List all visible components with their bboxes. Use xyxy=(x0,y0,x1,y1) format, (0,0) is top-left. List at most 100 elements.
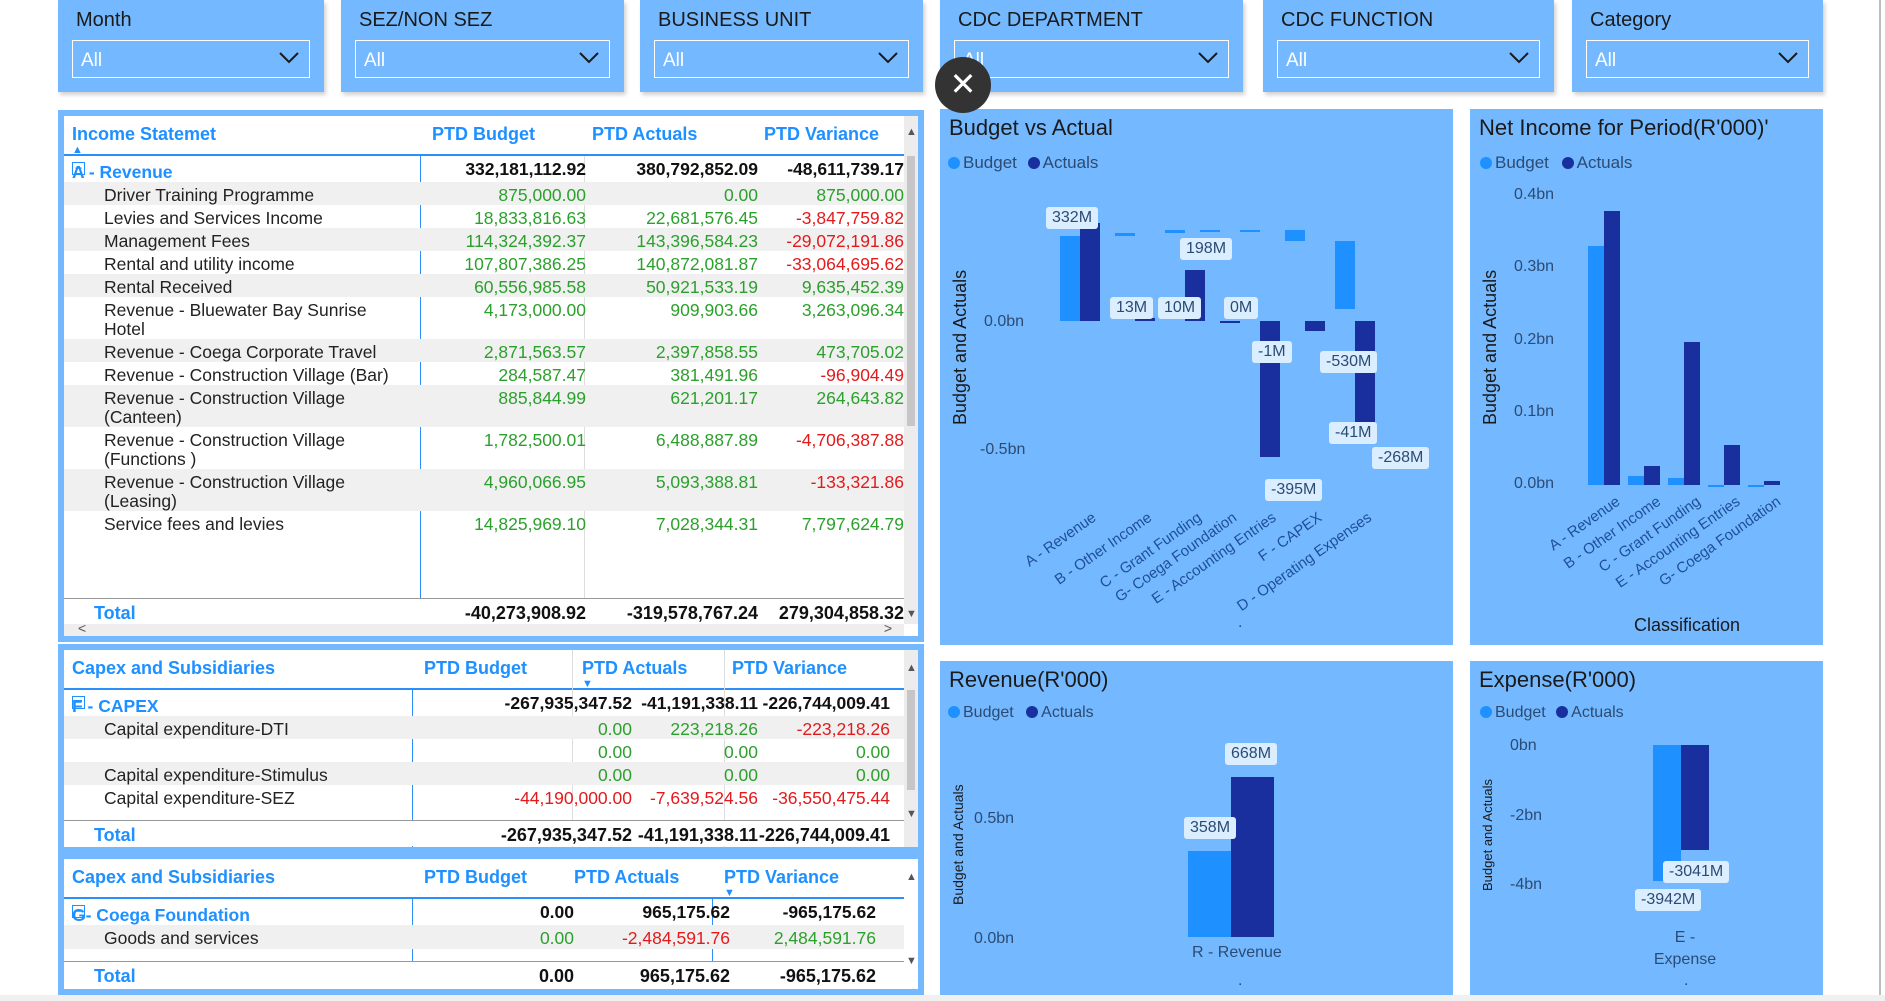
scroll-thumb[interactable] xyxy=(907,156,915,426)
sez-dropdown[interactable]: All xyxy=(355,40,610,78)
bar-actuals[interactable] xyxy=(1684,342,1700,485)
sort-asc-icon[interactable]: ▲ xyxy=(72,144,83,156)
table-row[interactable]: Rental Received 60,556,985.58 50,921,533.1… xyxy=(64,274,918,297)
bar-budget[interactable] xyxy=(1188,851,1231,937)
bar-actuals[interactable] xyxy=(1644,466,1660,485)
table-row[interactable]: Driver Training Programme 875,000.00 0.00 8… xyxy=(64,182,918,205)
scroll-up-icon[interactable]: ▲ xyxy=(906,662,917,674)
bar-actuals[interactable] xyxy=(1305,321,1325,332)
total-actuals: -319,578,767.24 xyxy=(626,603,758,623)
month-dropdown[interactable]: All xyxy=(72,40,310,78)
table-row[interactable]: Revenue - Coega Corporate Travel 2,871,56… xyxy=(64,339,918,362)
table-row[interactable]: Revenue - Construction Village (Functions… xyxy=(64,427,918,469)
table-row[interactable]: Capital expenditure-SEZ -44,190,000.00 -7,… xyxy=(64,785,918,808)
row-variance: 3,263,096.34 xyxy=(801,300,904,320)
vertical-scrollbar[interactable]: ▲ ▼ xyxy=(904,116,918,624)
group-row[interactable]: − G- Coega Foundation 0.00 965,175.62 -965,1… xyxy=(64,899,918,925)
scroll-right-icon[interactable]: > xyxy=(884,620,892,636)
row-variance: 9,635,452.39 xyxy=(801,277,904,297)
bar-budget[interactable] xyxy=(1200,230,1220,233)
bar-actuals[interactable] xyxy=(1764,481,1780,485)
bar-actuals[interactable] xyxy=(1080,223,1100,321)
col-header-variance[interactable]: PTD Variance xyxy=(764,124,879,145)
cdc-function-dropdown[interactable]: All xyxy=(1277,40,1540,78)
table-row[interactable]: Levies and Services Income 18,833,816.63 2… xyxy=(64,205,918,228)
bar-actuals[interactable] xyxy=(1220,321,1240,323)
total-variance: -965,175.62 xyxy=(779,966,876,986)
plot-area: 358M 668M R - Revenue xyxy=(940,661,1453,995)
bar-budget[interactable] xyxy=(1588,245,1604,485)
bar-actuals[interactable] xyxy=(1681,745,1709,850)
bar-budget[interactable] xyxy=(1165,230,1185,233)
bar-budget[interactable] xyxy=(1748,485,1764,487)
row-budget: 2,871,563.57 xyxy=(483,342,586,362)
col-header-name[interactable]: Capex and Subsidiaries xyxy=(72,867,275,888)
scroll-up-icon[interactable]: ▲ xyxy=(906,871,917,883)
scroll-thumb[interactable] xyxy=(907,690,915,790)
bar-budget[interactable] xyxy=(1668,477,1684,485)
row-actuals: 143,396,584.23 xyxy=(636,231,758,251)
dashboard: Month All SEZ/NON SEZ All BUSINESS UNIT … xyxy=(0,0,1885,1001)
close-button[interactable]: ✕ xyxy=(935,57,991,113)
bar-actuals[interactable] xyxy=(1231,776,1274,937)
cdc-department-dropdown[interactable]: All xyxy=(954,40,1229,78)
table-row[interactable]: Management Fees 114,324,392.37 143,396,584… xyxy=(64,228,918,251)
row-actuals: 909,903.66 xyxy=(670,300,758,320)
table-row[interactable]: Goods and services 0.00 -2,484,591.76 2,484… xyxy=(64,925,918,949)
bar-budget[interactable] xyxy=(1708,485,1724,487)
table-row[interactable]: Revenue - Construction Village (Bar) 284,… xyxy=(64,362,918,385)
business-unit-dropdown[interactable]: All xyxy=(654,40,909,78)
row-actuals: 6,488,887.89 xyxy=(655,430,758,450)
table-total-row: Total 0.00 965,175.62 -965,175.62 xyxy=(64,961,918,989)
bar-actuals[interactable] xyxy=(1604,210,1620,485)
row-budget: 60,556,985.58 xyxy=(474,277,586,297)
col-header-budget[interactable]: PTD Budget xyxy=(424,658,527,679)
scroll-down-icon[interactable]: ▼ xyxy=(906,808,917,820)
bar-budget[interactable] xyxy=(1240,230,1260,233)
col-header-budget[interactable]: PTD Budget xyxy=(432,124,535,145)
dropdown-value: All xyxy=(663,50,685,71)
col-header-income[interactable]: Income Statemet xyxy=(72,124,216,145)
table-row[interactable]: Service fees and levies 14,825,969.10 7,02… xyxy=(64,511,918,534)
bar-budget[interactable] xyxy=(1628,475,1644,485)
vertical-scrollbar[interactable]: ▲ ▼ xyxy=(904,859,918,989)
table-body: Income Statemet ▲ PTD Budget PTD Actuals… xyxy=(64,116,918,636)
bar-budget[interactable] xyxy=(1285,230,1305,241)
table-row[interactable]: 0.00 0.00 0.00 xyxy=(64,739,918,762)
table-row[interactable]: Capital expenditure-DTI 0.00 223,218.26 -22… xyxy=(64,716,918,739)
col-header-actuals[interactable]: PTD Actuals xyxy=(574,867,679,888)
page-scrollbar[interactable] xyxy=(1879,0,1881,1001)
col-header-variance[interactable]: PTD Variance xyxy=(724,867,839,888)
vertical-scrollbar[interactable]: ▲ ▼ xyxy=(904,650,918,847)
col-header-name[interactable]: Capex and Subsidiaries xyxy=(72,658,275,679)
row-budget: 0.00 xyxy=(597,719,632,739)
data-label: 13M xyxy=(1110,297,1154,319)
table-row[interactable]: Revenue - Construction Village (Leasing) 4… xyxy=(64,469,918,511)
sort-desc-icon[interactable]: ▼ xyxy=(724,887,735,899)
table-row[interactable]: Revenue - Bluewater Bay Sunrise Hotel 4,17… xyxy=(64,297,918,339)
scroll-up-icon[interactable]: ▲ xyxy=(906,126,917,138)
data-label: -395M xyxy=(1265,479,1323,501)
scroll-left-icon[interactable]: < xyxy=(78,620,86,636)
table-row[interactable]: Rental and utility income 107,807,386.25 1… xyxy=(64,251,918,274)
table-row[interactable]: Capital expenditure-Stimulus 0.00 0.00 0.00 xyxy=(64,762,918,785)
horizontal-scrollbar[interactable]: < > xyxy=(64,620,904,636)
table-row[interactable]: Revenue - Construction Village (Canteen) 8… xyxy=(64,385,918,427)
row-actuals: 381,491.96 xyxy=(670,365,758,385)
col-header-actuals[interactable]: PTD Actuals xyxy=(582,658,687,679)
bar-budget[interactable] xyxy=(1335,240,1355,310)
row-actuals: -7,639,524.56 xyxy=(649,788,758,808)
group-row[interactable]: − A - Revenue 332,181,112.92 380,792,852.09… xyxy=(64,156,918,182)
sort-desc-icon[interactable]: ▼ xyxy=(582,678,593,690)
col-header-budget[interactable]: PTD Budget xyxy=(424,867,527,888)
bar-actuals[interactable] xyxy=(1724,444,1740,485)
col-header-variance[interactable]: PTD Variance xyxy=(732,658,847,679)
group-row[interactable]: − F - CAPEX -267,935,347.52 -41,191,338.11-… xyxy=(64,690,918,716)
bar-budget[interactable] xyxy=(1060,236,1080,321)
bar-budget[interactable] xyxy=(1115,232,1135,236)
category-dropdown[interactable]: All xyxy=(1586,40,1809,78)
scroll-down-icon[interactable]: ▼ xyxy=(906,955,917,967)
col-header-actuals[interactable]: PTD Actuals xyxy=(592,124,697,145)
row-actuals: 621,201.17 xyxy=(670,388,758,408)
scroll-down-icon[interactable]: ▼ xyxy=(906,608,917,620)
